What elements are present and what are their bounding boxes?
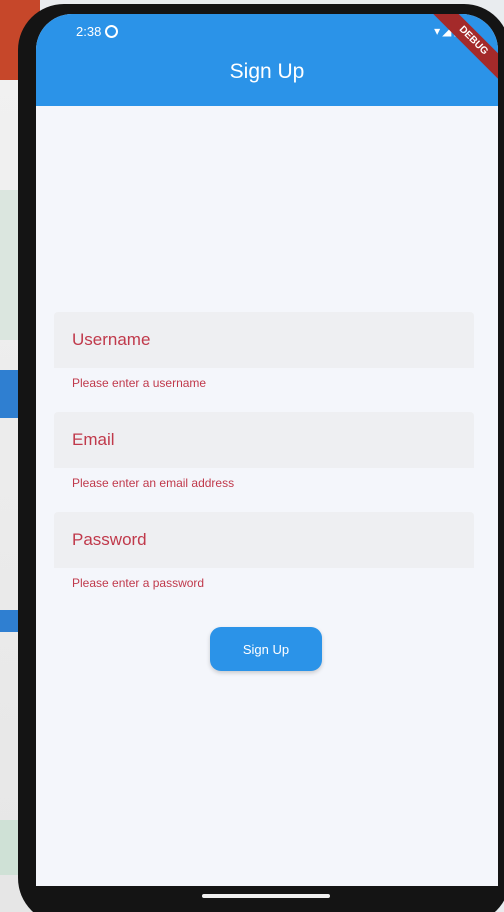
password-label: Password	[72, 530, 147, 549]
password-error: Please enter a password	[72, 576, 205, 590]
username-error: Please enter a username	[72, 376, 207, 390]
signup-form: Username Please enter a username Email P…	[54, 312, 474, 612]
system-nav-bar	[36, 886, 498, 908]
username-label: Username	[72, 330, 151, 349]
app-bar: 2:38 ▾◢▮ DEBUG Sign Up	[36, 14, 498, 106]
app-screen: 2:38 ▾◢▮ DEBUG Sign Up Username Please e…	[36, 14, 498, 886]
password-field[interactable]: Password	[54, 512, 474, 568]
email-label: Email	[72, 430, 115, 449]
home-indicator[interactable]	[202, 894, 330, 898]
alarm-icon	[105, 25, 119, 38]
username-field[interactable]: Username	[54, 312, 474, 368]
status-time-text: 2:38	[76, 24, 102, 39]
page-title: Sign Up	[229, 60, 305, 83]
email-error: Please enter an email address	[72, 476, 235, 490]
email-field[interactable]: Email	[54, 412, 474, 468]
status-bar-time: 2:38	[76, 24, 119, 39]
signup-button[interactable]: Sign Up	[210, 627, 322, 671]
